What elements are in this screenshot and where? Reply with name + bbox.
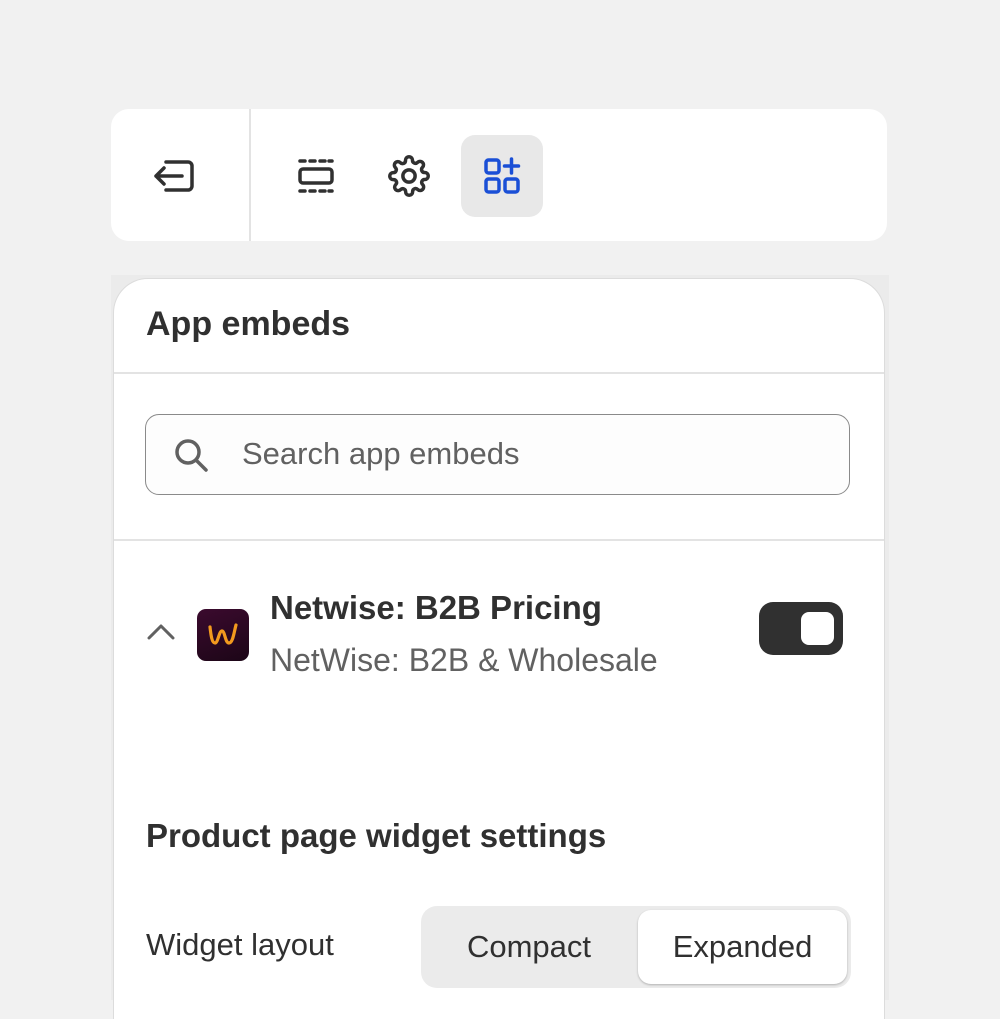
embed-toggle[interactable]	[759, 602, 843, 655]
toggle-knob	[801, 612, 834, 645]
widget-layout-label: Widget layout	[146, 927, 334, 962]
panel-title: App embeds	[146, 305, 351, 343]
embed-app-name: NetWise: B2B & Wholesale	[270, 642, 658, 678]
toolbar-divider	[249, 109, 251, 241]
search-box	[145, 414, 850, 495]
gear-icon	[388, 155, 430, 197]
search-input[interactable]	[242, 415, 822, 493]
app-embeds-panel: App embeds Netwise: B2B Pricing NetWise:…	[114, 279, 884, 1019]
embed-name: Netwise: B2B Pricing	[270, 589, 602, 626]
theme-settings-button[interactable]	[368, 135, 450, 217]
sections-button[interactable]	[275, 135, 357, 217]
search-divider	[114, 539, 884, 541]
exit-button[interactable]	[134, 135, 216, 217]
apps-plus-icon	[484, 157, 521, 194]
search-icon	[175, 439, 208, 472]
exit-icon	[154, 160, 194, 192]
layout-option-expanded[interactable]: Expanded	[638, 910, 847, 984]
app-logo	[197, 609, 249, 661]
sections-icon	[298, 159, 334, 193]
app-embeds-button[interactable]	[461, 135, 543, 217]
settings-section-title: Product page widget settings	[146, 817, 607, 854]
netwise-logo-icon	[208, 623, 238, 645]
editor-toolbar	[111, 109, 887, 241]
layout-option-compact[interactable]: Compact	[421, 906, 637, 988]
title-divider	[114, 372, 884, 374]
chevron-up-icon[interactable]	[146, 622, 176, 642]
widget-layout-segmented-control: Compact Expanded	[421, 906, 851, 988]
